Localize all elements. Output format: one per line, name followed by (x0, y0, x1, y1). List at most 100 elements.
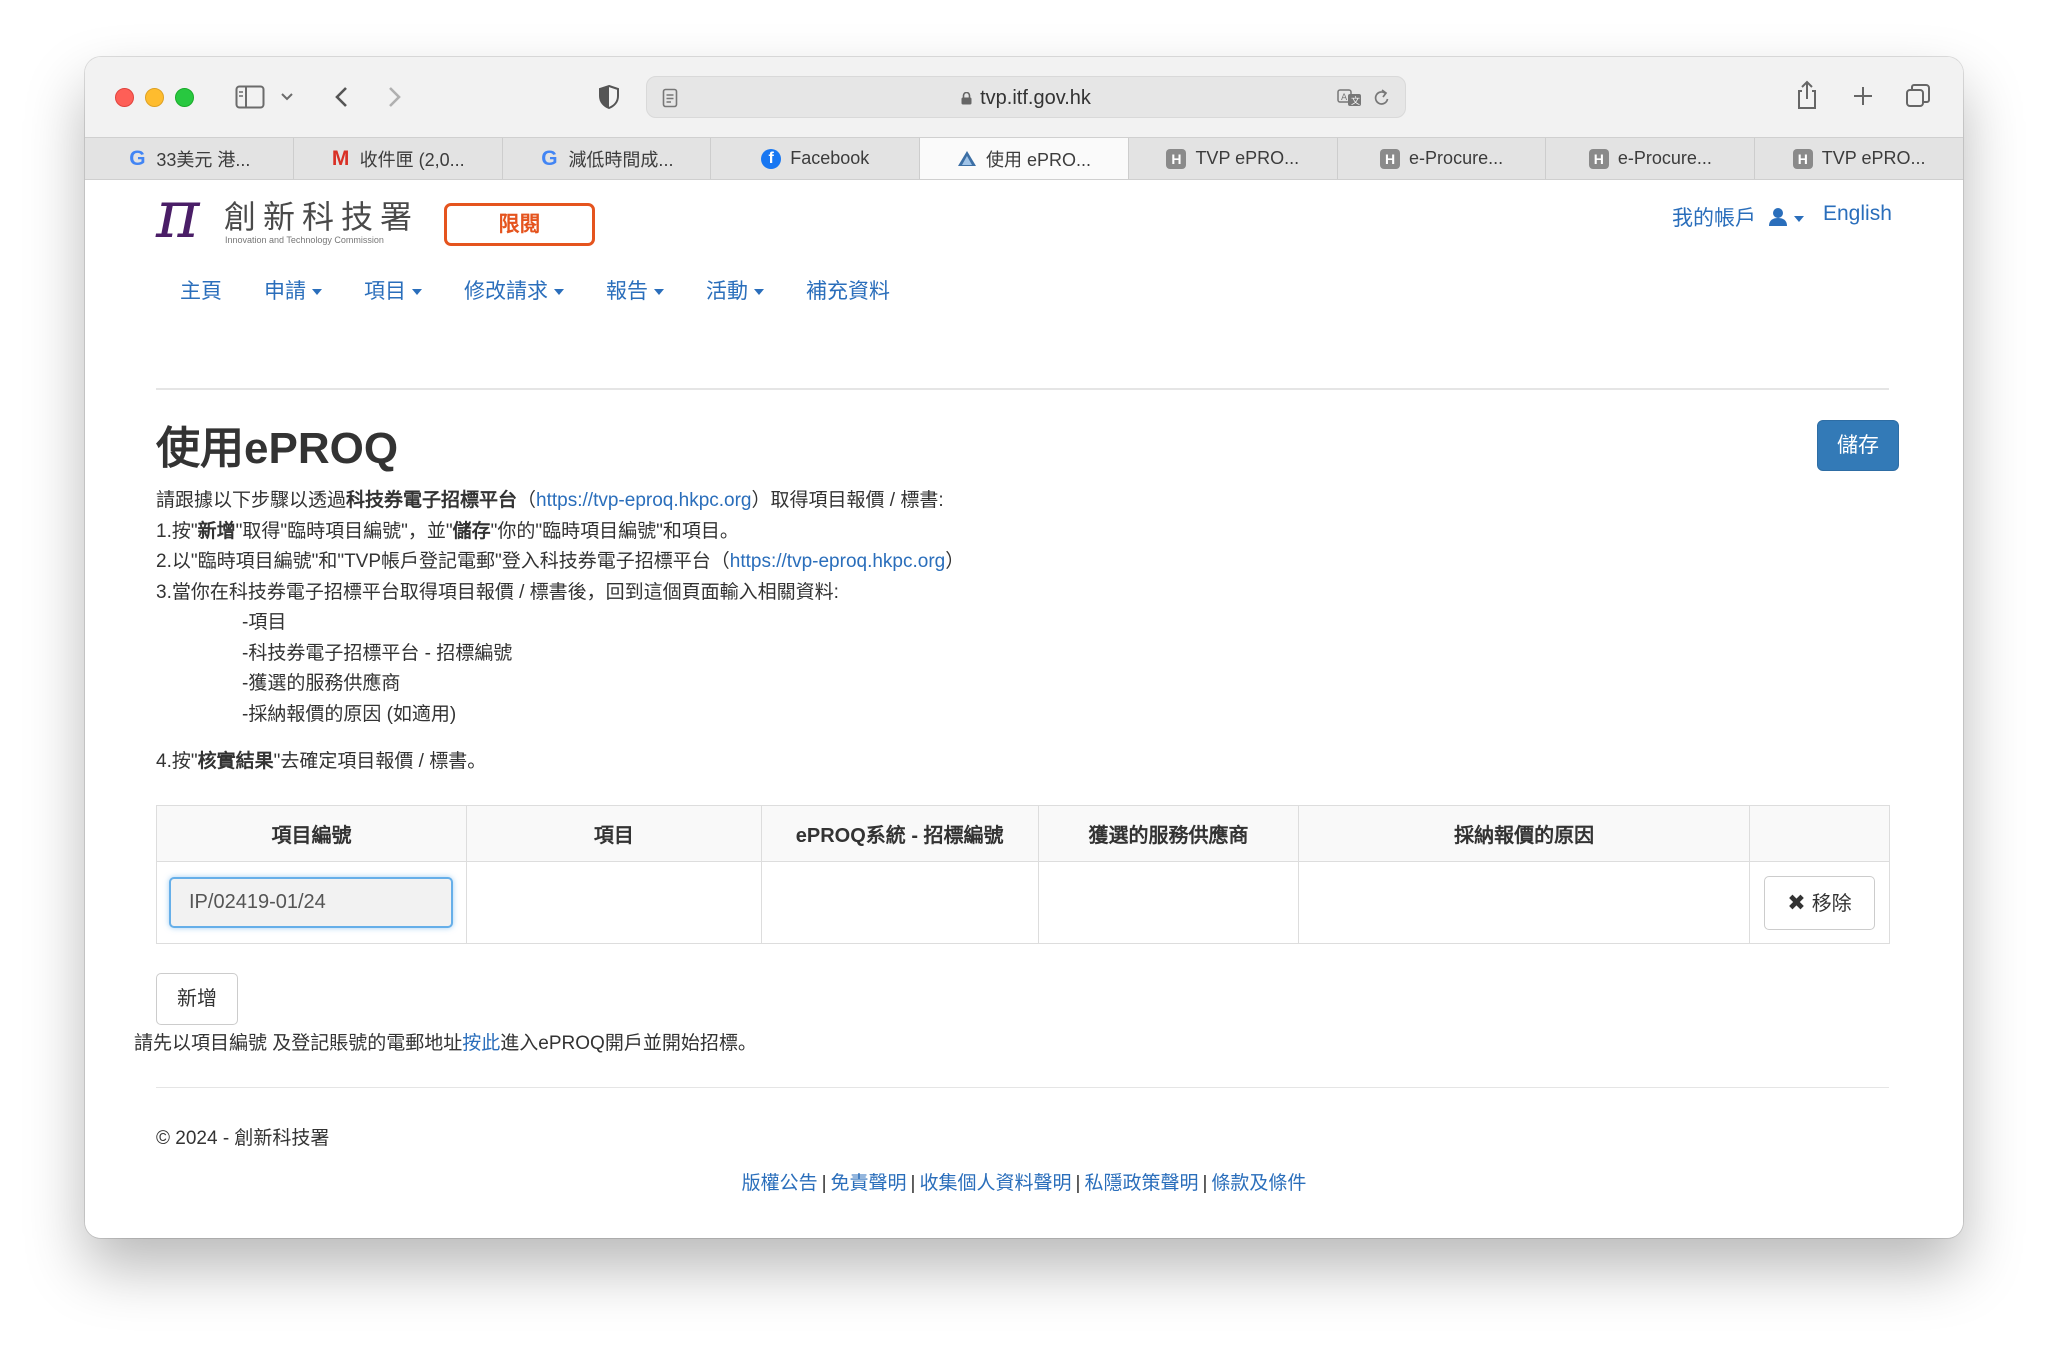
table-header-row: 項目編號 項目 ePROQ系統 - 招標編號 獲選的服務供應商 採納報價的原因 (156, 805, 1891, 862)
logo-subtitle: Innovation and Technology Commission (225, 235, 384, 245)
tab-bar: G 33美元 港... M 收件匣 (2,0... G 減低時間成... f Faceb… (85, 137, 1963, 180)
svg-text:A: A (1341, 93, 1348, 103)
address-bar[interactable]: tvp.itf.gov.hk A文 (646, 76, 1406, 118)
tvp-icon (957, 149, 977, 169)
step-text: "取得"臨時項目編號"，並" (235, 520, 453, 542)
nav-item-change-requests[interactable]: 修改請求 (464, 275, 564, 305)
google-icon: G (129, 146, 146, 170)
footer-link-terms[interactable]: 條款及條件 (1211, 1173, 1306, 1194)
h-icon: H (1792, 148, 1813, 169)
nav-label: 活動 (706, 280, 748, 303)
step-2: 2.以"臨時項目編號"和"TVP帳戶登記電郵"登入科技券電子招標平台（https… (156, 551, 965, 572)
nav-divider (156, 388, 1889, 390)
nav-item-supplementary[interactable]: 補充資料 (806, 275, 890, 305)
privacy-shield-icon[interactable] (595, 81, 623, 113)
chevron-down-icon[interactable] (278, 81, 296, 113)
add-button[interactable]: 新增 (156, 973, 238, 1025)
step-text: 3.當你在科技券電子招標平台取得項目報價 / 標書後，回到這個頁面輸入相關資料: (156, 581, 839, 603)
step-text: 4.按" (156, 751, 198, 772)
column-header: 獲選的服務供應商 (1037, 805, 1300, 862)
tab-label: 使用 ePRO... (986, 149, 1092, 170)
language-switch[interactable]: English (1823, 202, 1892, 226)
browser-tab[interactable]: He-Procure... (1546, 138, 1756, 179)
project-no-input[interactable]: IP/02419-01/24 (169, 877, 453, 928)
eproq-note: 請先以項目編號 及登記賬號的電郵地址按此進入ePROQ開戶並開始招標。 (134, 1028, 757, 1055)
nav-item-projects[interactable]: 項目 (364, 275, 422, 305)
close-window-button[interactable] (115, 88, 134, 107)
reload-icon[interactable] (1369, 84, 1395, 112)
caret-down-icon (754, 289, 764, 295)
step-text: 2.以"臨時項目編號"和"TVP帳戶登記電郵"登入科技券電子招標平台（ (156, 551, 730, 572)
pi-logo-icon: π (156, 176, 200, 253)
tab-label: 收件匣 (2,0... (359, 149, 465, 170)
footer-link-disclaimer[interactable]: 免責聲明 (831, 1173, 907, 1194)
browser-tab[interactable]: G 33美元 港... (85, 138, 294, 179)
browser-toolbar: tvp.itf.gov.hk A文 (85, 57, 1963, 137)
cell-item[interactable] (465, 861, 762, 944)
remove-x-icon: ✖ (1787, 889, 1806, 915)
remove-button[interactable]: ✖ 移除 (1763, 875, 1875, 930)
table-row: IP/02419-01/24 ✖ 移除 (156, 861, 1891, 944)
caret-down-icon (312, 289, 322, 295)
h-icon: H (1588, 148, 1609, 169)
click-here-link[interactable]: 按此 (462, 1033, 500, 1054)
tab-label: TVP ePRO... (1821, 148, 1926, 168)
eproq-link[interactable]: https://tvp-eproq.hkpc.org (536, 490, 751, 511)
back-icon[interactable] (330, 81, 354, 113)
tab-label: TVP ePRO... (1195, 148, 1300, 168)
tab-label: e-Procure... (1409, 148, 1504, 168)
zoom-window-button[interactable] (175, 88, 194, 107)
nav-item-activities[interactable]: 活動 (706, 275, 764, 305)
caret-down-icon (1793, 216, 1804, 222)
browser-tab[interactable]: H TVP ePRO... (1129, 138, 1338, 179)
nav-label: 主頁 (180, 280, 222, 303)
new-tab-icon[interactable] (1849, 81, 1877, 111)
tab-label: Facebook (790, 148, 870, 168)
my-account-menu[interactable]: 我的帳戶 (1672, 202, 1804, 232)
translate-icon[interactable]: A文 (1335, 84, 1365, 112)
browser-tab-active[interactable]: 使用 ePRO... (920, 138, 1129, 179)
footer-link-copyright[interactable]: 版權公告 (742, 1173, 818, 1194)
h-icon: H (1166, 148, 1187, 169)
nav-label: 申請 (264, 280, 306, 303)
step-3-item: -項目 (242, 612, 287, 633)
browser-tab[interactable]: H TVP ePRO... (1755, 138, 1963, 179)
my-account-label: 我的帳戶 (1672, 207, 1756, 230)
copyright: © 2024 - 創新科技署 (156, 1128, 330, 1149)
cell-eproq-no[interactable] (760, 861, 1039, 944)
eproq-link[interactable]: https://tvp-eproq.hkpc.org (730, 551, 945, 572)
step-bold: 儲存 (452, 520, 491, 542)
nav-label: 項目 (364, 280, 406, 303)
logo-name: 創新科技署 (224, 198, 420, 236)
sidebar-toggle-icon[interactable] (233, 81, 267, 113)
minimize-window-button[interactable] (145, 88, 164, 107)
footer-link-pics[interactable]: 收集個人資料聲明 (919, 1173, 1071, 1194)
nav-item-reports[interactable]: 報告 (606, 275, 664, 305)
page-content: π 創新科技署 Innovation and Technology Commis… (85, 180, 1963, 1238)
tab-label: 33美元 港... (156, 149, 251, 170)
step-4: 4.按"核實結果"去確定項目報價 / 標書。 (156, 746, 486, 773)
column-header: 採納報價的原因 (1298, 805, 1750, 862)
footer-link-privacy[interactable]: 私隱政策聲明 (1084, 1173, 1198, 1194)
share-icon[interactable] (1793, 77, 1821, 113)
forward-icon[interactable] (382, 81, 406, 113)
browser-tab[interactable]: G 減低時間成... (503, 138, 712, 179)
cell-vendor[interactable] (1037, 861, 1300, 944)
gmail-icon: M (331, 146, 350, 170)
column-header: 項目 (465, 805, 762, 862)
nav-label: 補充資料 (806, 280, 890, 303)
tab-overview-icon[interactable] (1903, 81, 1933, 111)
nav-item-home[interactable]: 主頁 (180, 275, 222, 305)
itc-logo[interactable]: π 創新科技署 Innovation and Technology Commis… (156, 182, 446, 250)
step-3: 3.當你在科技券電子招標平台取得項目報價 / 標書後，回到這個頁面輸入相關資料: (156, 578, 964, 609)
caret-down-icon (412, 289, 422, 295)
browser-tab[interactable]: He-Procure... (1338, 138, 1547, 179)
note-text-end: 進入ePROQ開戶並開始招標。 (500, 1033, 757, 1054)
nav-item-apply[interactable]: 申請 (264, 275, 322, 305)
cell-reason[interactable] (1298, 861, 1750, 944)
url-display: tvp.itf.gov.hk (647, 87, 1405, 110)
browser-tab[interactable]: M 收件匣 (2,0... (294, 138, 503, 179)
save-button[interactable]: 儲存 (1817, 420, 1899, 471)
step-text: "去確定項目報價 / 標書。 (273, 751, 487, 772)
browser-tab[interactable]: f Facebook (711, 138, 921, 179)
